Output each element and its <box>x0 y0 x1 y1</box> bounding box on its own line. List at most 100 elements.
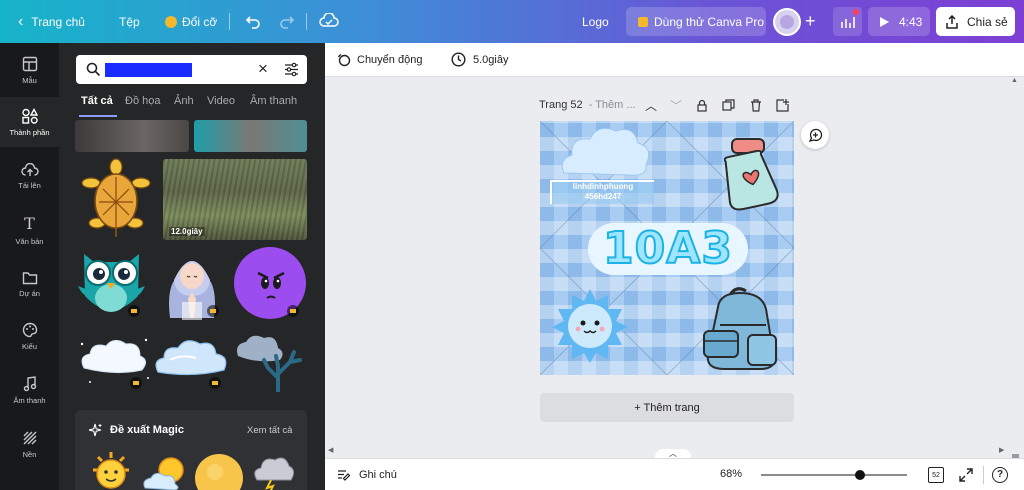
divider <box>983 466 984 484</box>
bottom-bar: Ghi chú 68% 52 ? <box>325 458 1024 490</box>
rail-label: Dự án <box>19 288 40 298</box>
search-icon <box>86 62 101 77</box>
sun-cloud-graphic[interactable] <box>141 450 189 490</box>
chevron-down-icon[interactable]: ﹀ <box>670 97 682 114</box>
tab-videos[interactable]: Video <box>207 95 235 119</box>
chevron-up-icon[interactable]: ︿ <box>645 97 657 114</box>
rail-item-uploads[interactable]: Tải lên <box>0 151 59 201</box>
divider <box>306 13 307 30</box>
animate-icon <box>337 53 351 67</box>
share-label: Chia sẻ <box>967 14 1008 29</box>
context-toolbar: Chuyển động 5.0giây <box>325 43 1024 77</box>
rail-item-text[interactable]: T Văn bản <box>0 205 59 255</box>
sparkle-icon <box>89 423 102 437</box>
add-people-icon[interactable]: + <box>805 0 816 43</box>
animate-button[interactable]: Chuyển động <box>336 52 422 67</box>
scroll-left-icon: ◀ <box>328 447 334 454</box>
templates-icon <box>22 56 37 71</box>
undo-icon[interactable] <box>243 11 263 31</box>
tab-photos[interactable]: Ảnh <box>174 95 194 119</box>
rail-item-elements[interactable]: Thành phần <box>0 97 59 147</box>
music-note-icon <box>23 375 36 391</box>
rail-item-projects[interactable]: Dự án <box>0 259 59 309</box>
sun-face-graphic[interactable] <box>87 450 135 490</box>
sun-graphic[interactable] <box>195 450 243 490</box>
filter-icon[interactable] <box>284 62 299 77</box>
search-input[interactable]: × <box>76 55 307 84</box>
add-page-button[interactable]: + Thêm trang <box>540 393 794 422</box>
comment-icon[interactable] <box>801 121 829 149</box>
redo-icon[interactable] <box>277 11 297 31</box>
active-tab-indicator <box>79 115 117 117</box>
page-title-input[interactable]: - Thêm ... <box>589 99 636 111</box>
photo-thumbnail[interactable] <box>194 120 307 152</box>
design-title[interactable]: Logo <box>582 0 609 43</box>
pro-crown-icon <box>207 305 219 317</box>
home-label: Trang chủ <box>31 14 85 29</box>
see-all-link[interactable]: Xem tất cả <box>247 425 292 436</box>
canvas-text-line: linhdinhphuong <box>572 182 634 191</box>
present-button[interactable]: 4:43 <box>868 7 930 36</box>
notes-label: Ghi chú <box>359 469 397 481</box>
rail-label: Mẫu <box>22 75 37 85</box>
tab-graphics[interactable]: Đồ họa <box>125 95 160 119</box>
try-pro-button[interactable]: Dùng thử Canva Pro <box>626 7 766 36</box>
share-icon <box>946 14 958 29</box>
home-button[interactable]: ‹ Trang chủ <box>18 0 85 43</box>
rail-label: Nền <box>22 449 37 459</box>
notes-button[interactable]: Ghi chú <box>337 468 397 482</box>
rail-item-audio[interactable]: Âm thanh <box>0 365 59 415</box>
clock-icon <box>451 52 466 67</box>
resize-button[interactable]: Đổi cỡ <box>165 0 217 43</box>
trash-icon[interactable] <box>750 99 762 112</box>
duration-label: 5.0giây <box>473 53 509 66</box>
cloud-coral-graphic[interactable] <box>234 330 307 392</box>
backpack-graphic <box>703 287 777 370</box>
vertical-scrollbar[interactable]: ▲ <box>1009 77 1022 468</box>
zoom-slider-thumb[interactable] <box>855 470 866 480</box>
add-page-icon[interactable] <box>776 99 789 112</box>
fullscreen-icon[interactable] <box>959 468 973 482</box>
duplicate-page-icon[interactable] <box>722 99 735 112</box>
rail-label: Văn bản <box>15 237 44 246</box>
magic-suggestions-section: Đề xuất Magic Xem tất cả <box>75 410 307 490</box>
design-canvas[interactable]: linhdinhphuong 456hd247 10A3 <box>540 121 794 375</box>
elements-icon <box>21 107 38 124</box>
help-icon[interactable]: ? <box>992 467 1008 483</box>
top-bar: ‹ Trang chủ Tệp Đổi cỡ Logo Dùng thử Can… <box>0 0 1024 43</box>
page-count-button[interactable]: 52 <box>928 467 944 483</box>
magic-title: Đề xuất Magic <box>110 424 184 436</box>
pro-crown-icon <box>130 377 142 389</box>
rail-item-styles[interactable]: Kiểu <box>0 311 59 361</box>
file-menu-button[interactable]: Tệp <box>119 0 140 43</box>
canvas-headline: 10A3 <box>602 222 733 275</box>
crown-icon <box>165 15 177 28</box>
pro-crown-icon <box>128 305 140 317</box>
notes-icon <box>338 470 351 481</box>
video-duration: 12.0giây <box>169 227 205 236</box>
play-icon <box>880 16 889 27</box>
zoom-slider[interactable] <box>761 470 907 480</box>
share-button[interactable]: Chia sẻ <box>936 7 1015 36</box>
avatar[interactable] <box>773 8 801 36</box>
clear-search-icon[interactable]: × <box>258 59 268 79</box>
turtle-graphic[interactable] <box>75 157 157 241</box>
rail-item-templates[interactable]: Mẫu <box>0 45 59 95</box>
pro-crown-icon <box>209 377 221 389</box>
resize-label: Đổi cỡ <box>182 14 218 29</box>
lock-icon[interactable] <box>696 99 708 112</box>
palette-icon <box>22 322 37 337</box>
tab-audio[interactable]: Âm thanh <box>250 95 297 119</box>
storm-cloud-graphic[interactable] <box>249 450 297 490</box>
category-tabs: Tất cả Đồ họa Ảnh Video Âm thanh <box>59 95 325 119</box>
divider <box>229 13 230 30</box>
rail-item-background[interactable]: Nền <box>0 419 59 469</box>
duration-button[interactable]: 5.0giây <box>451 52 508 67</box>
video-thumbnail[interactable]: 12.0giây <box>163 159 307 240</box>
page-count: 52 <box>932 471 940 479</box>
cloud-saved-icon[interactable] <box>318 11 340 31</box>
present-time: 4:43 <box>899 14 923 29</box>
photo-thumbnail[interactable] <box>75 120 189 152</box>
analytics-icon[interactable] <box>833 7 862 36</box>
folder-icon <box>22 271 37 284</box>
